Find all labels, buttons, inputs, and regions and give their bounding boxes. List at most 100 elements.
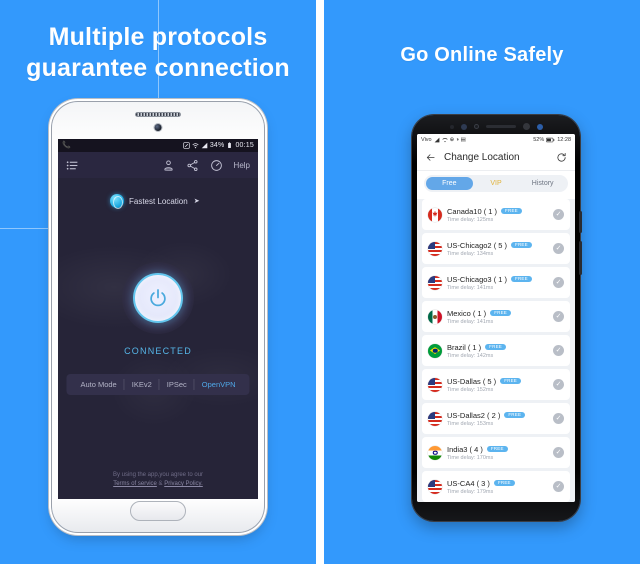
server-info: Brazil ( 1 ) FREE Time delay: 142ms	[447, 343, 548, 359]
flag-ca-icon	[428, 207, 442, 222]
server-name-row: US-Chicago2 ( 5 ) FREE	[447, 241, 548, 250]
server-list-item[interactable]: US-Dallas2 ( 2 ) FREE Time delay: 153ms ✓	[422, 403, 570, 434]
server-name: Brazil ( 1 )	[447, 342, 482, 352]
protocol-option-ikev2[interactable]: IKEv2	[125, 379, 160, 390]
speedometer-icon[interactable]	[210, 159, 223, 172]
flag-us-icon	[428, 275, 442, 290]
privacy-policy-link[interactable]: Privacy Policy.	[164, 481, 203, 487]
server-list-item[interactable]: US-Chicago3 ( 1 ) FREE Time delay: 141ms ✓	[422, 267, 570, 298]
power-side-button[interactable]	[579, 241, 582, 275]
account-icon[interactable]	[162, 159, 175, 172]
home-button[interactable]	[130, 501, 186, 521]
select-server-checkmark-icon[interactable]: ✓	[553, 481, 564, 492]
server-list-item[interactable]: India3 ( 4 ) FREE Time delay: 170ms ✓	[422, 437, 570, 468]
server-delay: Time delay: 179ms	[447, 488, 494, 495]
server-list-item[interactable]: Brazil ( 1 ) FREE Time delay: 142ms ✓	[422, 335, 570, 366]
front-camera-icon	[154, 124, 162, 131]
server-info: US-Dallas ( 5 ) FREE Time delay: 152ms	[447, 377, 548, 393]
select-server-checkmark-icon[interactable]: ✓	[553, 311, 564, 322]
power-icon	[150, 289, 166, 307]
protocol-option-ipsec[interactable]: IPSec	[160, 379, 195, 390]
flag-us-icon	[428, 377, 442, 392]
flag-us-icon	[428, 241, 442, 256]
server-name: US-Dallas ( 5 )	[447, 376, 497, 386]
select-server-checkmark-icon[interactable]: ✓	[553, 447, 564, 458]
left-headline-line1: Multiple protocols	[48, 23, 268, 51]
location-tabs: Free VIP History	[417, 171, 575, 199]
proximity-sensor-icon	[473, 124, 479, 129]
legal-line: By using the app,you agree to our	[112, 471, 204, 478]
earpiece-speaker	[485, 125, 516, 128]
server-name: US-CA4 ( 3 )	[447, 478, 490, 488]
select-server-checkmark-icon[interactable]: ✓	[553, 209, 564, 220]
earpiece-speaker	[135, 112, 181, 117]
server-delay: Time delay: 141ms	[447, 284, 494, 291]
server-name-row: US-Dallas2 ( 2 ) FREE	[447, 411, 548, 420]
screenshot-root: Multiple protocols guarantee connection …	[0, 0, 640, 564]
back-arrow-icon[interactable]	[425, 152, 436, 163]
select-server-checkmark-icon[interactable]: ✓	[553, 277, 564, 288]
flag-us-icon	[428, 479, 442, 494]
select-server-checkmark-icon[interactable]: ✓	[553, 379, 564, 390]
server-name: US-Chicago3 ( 1 )	[447, 274, 508, 284]
app-toolbar: Help	[58, 152, 258, 178]
tab-free[interactable]: Free	[426, 177, 473, 190]
server-list-item[interactable]: Canada10 ( 1 ) FREE Time delay: 125ms ✓	[422, 199, 570, 230]
list-menu-icon[interactable]	[66, 159, 79, 172]
server-list-item[interactable]: US-Dallas ( 5 ) FREE Time delay: 152ms ✓	[422, 369, 570, 400]
sensor-dot-icon	[449, 124, 454, 129]
left-phone-frame: 📞 34% 00:15 Help Fastest Location ➤ CONN…	[52, 102, 264, 532]
server-info: US-Chicago2 ( 5 ) FREE Time delay: 134ms	[447, 241, 548, 257]
tab-vip[interactable]: VIP	[473, 177, 520, 190]
tab-history[interactable]: History	[519, 177, 566, 190]
terms-of-service-link[interactable]: Terms of service	[113, 481, 157, 487]
nfc-icon	[183, 142, 190, 149]
volume-button[interactable]	[579, 211, 582, 233]
power-button[interactable]	[133, 273, 183, 323]
flag-br-icon	[428, 343, 442, 358]
server-delay: Time delay: 125ms	[447, 216, 494, 223]
free-badge: FREE	[485, 343, 506, 351]
chevron-right-icon: ➤	[193, 198, 200, 205]
server-name: Mexico ( 1 )	[447, 308, 487, 318]
select-server-checkmark-icon[interactable]: ✓	[553, 413, 564, 424]
legal-footer: By using the app,you agree to our Terms …	[58, 471, 258, 490]
battery-percent: 52%	[533, 136, 545, 143]
free-badge: FREE	[511, 275, 532, 283]
server-list-item[interactable]: US-CA4 ( 3 ) FREE Time delay: 179ms ✓	[422, 471, 570, 502]
server-name: Canada10 ( 1 )	[447, 206, 498, 216]
server-name: US-Dallas2 ( 2 )	[447, 410, 501, 420]
protocol-selector[interactable]: Auto Mode IKEv2 IPSec OpenVPN	[66, 374, 250, 395]
fastest-location-label: Fastest Location	[129, 196, 188, 206]
page-title: Change Location	[444, 152, 520, 163]
select-server-checkmark-icon[interactable]: ✓	[553, 243, 564, 254]
server-name-row: US-CA4 ( 3 ) FREE	[447, 479, 548, 488]
refresh-icon[interactable]	[556, 152, 567, 163]
led-indicator-icon	[536, 123, 543, 130]
server-list-item[interactable]: Mexico ( 1 ) FREE Time delay: 141ms ✓	[422, 301, 570, 332]
server-delay: Time delay: 141ms	[447, 318, 494, 325]
flag-us-icon	[428, 411, 442, 426]
status-clock: 00:15	[235, 142, 254, 149]
server-name-row: Brazil ( 1 ) FREE	[447, 343, 548, 352]
server-delay: Time delay: 170ms	[447, 454, 494, 461]
select-server-checkmark-icon[interactable]: ✓	[553, 345, 564, 356]
free-badge: FREE	[486, 445, 508, 453]
server-name: India3 ( 4 )	[447, 444, 483, 454]
protocol-option-openvpn[interactable]: OpenVPN	[195, 379, 243, 390]
panel-divider	[316, 0, 324, 564]
protocol-option-auto-mode[interactable]: Auto Mode	[73, 379, 125, 390]
sensor-dot-icon	[522, 123, 530, 130]
help-button[interactable]: Help	[234, 161, 250, 170]
share-icon[interactable]	[186, 159, 199, 172]
battery-percent: 34%	[209, 142, 225, 149]
server-list[interactable]: Canada10 ( 1 ) FREE Time delay: 125ms ✓ US-C…	[417, 199, 575, 502]
phone-sensor-row	[412, 122, 580, 131]
signal-icon	[201, 142, 208, 149]
server-list-item[interactable]: US-Chicago2 ( 5 ) FREE Time delay: 134ms ✓	[422, 233, 570, 264]
android-status-bar: Vivo ⊕ ◑ ▤ 52% 12:28	[417, 134, 575, 145]
fastest-location-selector[interactable]: Fastest Location ➤	[110, 194, 200, 209]
status-clock: 12:28	[557, 136, 571, 143]
server-name-row: Canada10 ( 1 ) FREE	[447, 207, 548, 216]
signal-icon	[434, 137, 440, 142]
